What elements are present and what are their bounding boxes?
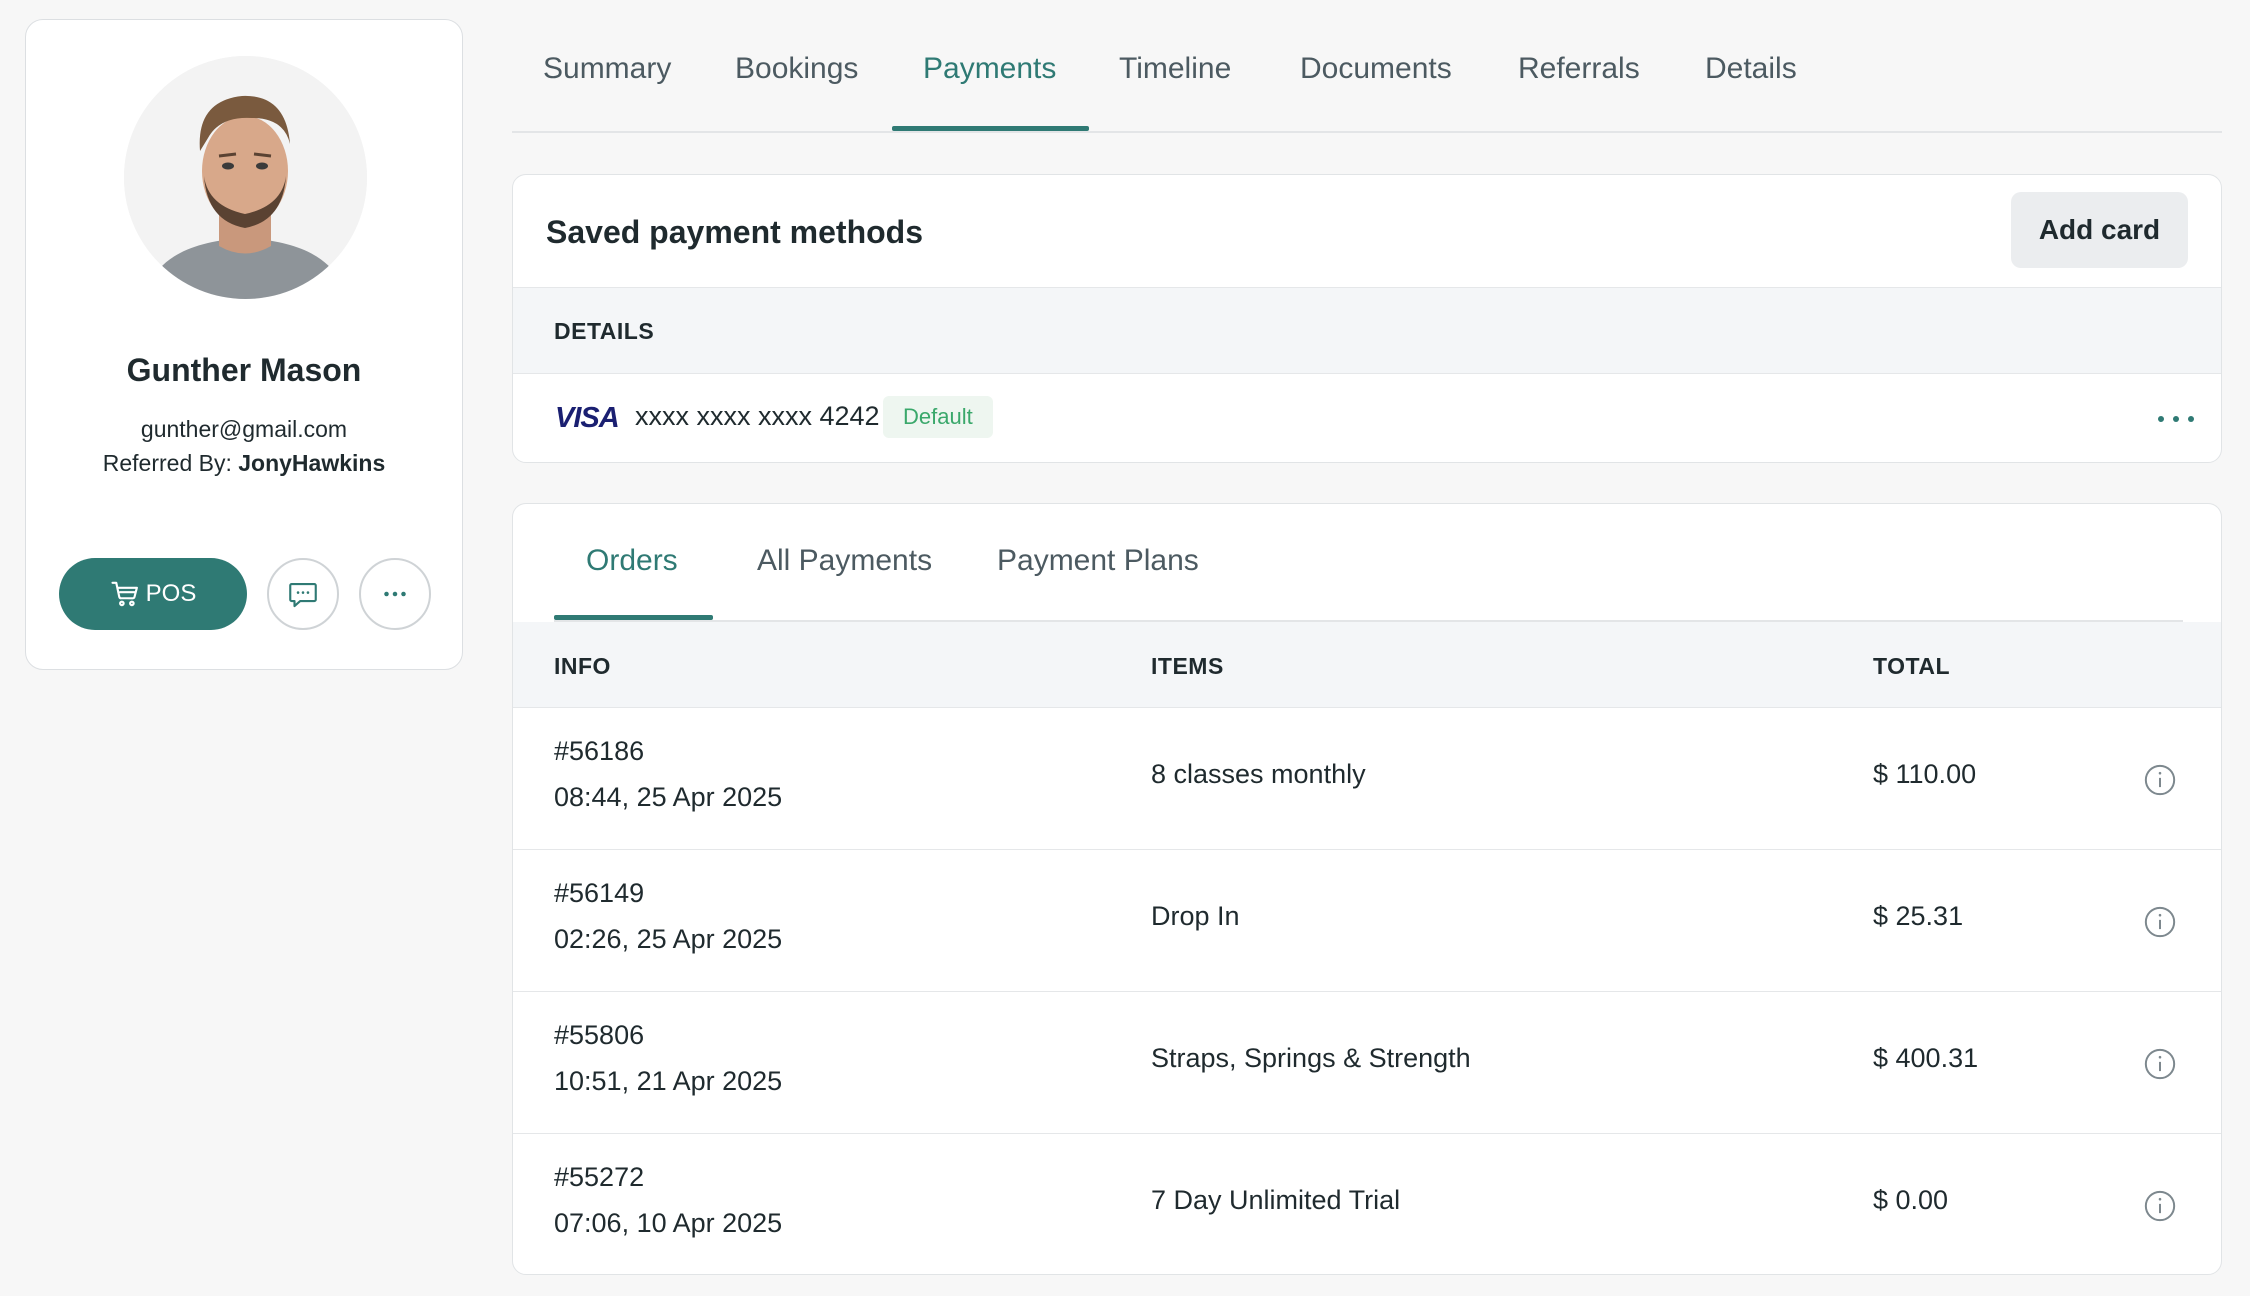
- default-badge: Default: [883, 396, 993, 438]
- info-icon[interactable]: [2143, 1047, 2177, 1081]
- cart-icon: [111, 581, 138, 607]
- orders-table-header: INFO ITEMS TOTAL: [513, 622, 2221, 708]
- chat-icon: [289, 583, 317, 608]
- order-total: $ 0.00: [1873, 1185, 1949, 1215]
- order-id: #56149: [554, 878, 645, 908]
- order-id: #55806: [554, 1020, 645, 1050]
- payments-subtabs: Orders All Payments Payment Plans: [554, 504, 2183, 622]
- order-total: $ 400.31: [1873, 1043, 1979, 1073]
- table-row[interactable]: #56186 08:44, 25 Apr 2025 8 classes mont…: [513, 708, 2221, 850]
- saved-card-row: VISA xxxx xxxx xxxx 4242 Default: [513, 374, 2221, 462]
- order-total: $ 25.31: [1873, 901, 1964, 931]
- profile-email: gunther@gmail.com: [140, 416, 348, 442]
- profile-card: Gunther Mason gunther@gmail.com Referred…: [25, 19, 463, 670]
- card-number: xxxx xxxx xxxx 4242: [635, 401, 880, 431]
- table-row[interactable]: #56149 02:26, 25 Apr 2025 Drop In $ 25.3…: [513, 850, 2221, 992]
- payment-methods-card: Saved payment methods Add card DETAILS V…: [512, 174, 2222, 463]
- add-card-button[interactable]: Add card: [2011, 192, 2188, 268]
- active-tab-indicator: [892, 126, 1089, 131]
- more-horizontal-icon: [2158, 416, 2194, 422]
- order-date: 08:44, 25 Apr 2025: [554, 782, 783, 812]
- tab-orders[interactable]: Orders: [586, 544, 678, 578]
- referred-by-label: Referred By:: [102, 450, 239, 476]
- info-icon[interactable]: [2143, 763, 2177, 797]
- pos-button[interactable]: POS: [59, 558, 247, 630]
- info-icon[interactable]: [2143, 905, 2177, 939]
- tab-details[interactable]: Details: [1705, 52, 1797, 86]
- table-row[interactable]: #55272 07:06, 10 Apr 2025 7 Day Unlimite…: [513, 1134, 2221, 1274]
- tab-payments[interactable]: Payments: [923, 52, 1056, 86]
- avatar-photo: [124, 56, 367, 299]
- tab-payment-plans[interactable]: Payment Plans: [997, 544, 1199, 578]
- tab-all-payments[interactable]: All Payments: [757, 544, 932, 578]
- tab-summary[interactable]: Summary: [543, 52, 671, 86]
- details-header: DETAILS: [513, 287, 2221, 374]
- profile-name: Gunther Mason: [126, 352, 362, 388]
- order-date: 07:06, 10 Apr 2025: [554, 1208, 783, 1238]
- referrer-name[interactable]: JonyHawkins: [238, 450, 385, 476]
- order-items: 7 Day Unlimited Trial: [1151, 1185, 1401, 1215]
- more-horizontal-icon: [384, 591, 406, 597]
- tab-timeline[interactable]: Timeline: [1119, 52, 1231, 86]
- pos-button-label: POS: [145, 580, 197, 607]
- visa-logo: VISA: [555, 402, 620, 434]
- column-total: TOTAL: [1873, 653, 1951, 679]
- message-button[interactable]: [267, 558, 339, 630]
- avatar: [124, 56, 367, 299]
- column-items: ITEMS: [1151, 653, 1224, 679]
- card-options-button[interactable]: [2154, 399, 2198, 439]
- profile-tabs: Summary Bookings Payments Timeline Docum…: [512, 0, 2222, 133]
- referred-by: Referred By: JonyHawkins: [26, 450, 462, 477]
- order-items: 8 classes monthly: [1151, 759, 1366, 789]
- order-date: 02:26, 25 Apr 2025: [554, 924, 783, 954]
- column-info: INFO: [554, 653, 611, 679]
- order-items: Straps, Springs & Strength: [1151, 1043, 1471, 1073]
- info-icon[interactable]: [2143, 1189, 2177, 1223]
- active-subtab-indicator: [554, 615, 713, 620]
- order-total: $ 110.00: [1873, 759, 1977, 789]
- order-date: 10:51, 21 Apr 2025: [554, 1066, 783, 1096]
- more-actions-button[interactable]: [359, 558, 431, 630]
- payment-methods-title: Saved payment methods: [546, 214, 923, 250]
- order-id: #55272: [554, 1162, 645, 1192]
- table-row[interactable]: #55806 10:51, 21 Apr 2025 Straps, Spring…: [513, 992, 2221, 1134]
- tab-documents[interactable]: Documents: [1300, 52, 1452, 86]
- details-header-label: DETAILS: [554, 318, 655, 344]
- order-id: #56186: [554, 736, 645, 766]
- order-items: Drop In: [1151, 901, 1240, 931]
- tab-referrals[interactable]: Referrals: [1518, 52, 1640, 86]
- tab-bookings[interactable]: Bookings: [735, 52, 858, 86]
- orders-card: Orders All Payments Payment Plans INFO I…: [512, 503, 2222, 1275]
